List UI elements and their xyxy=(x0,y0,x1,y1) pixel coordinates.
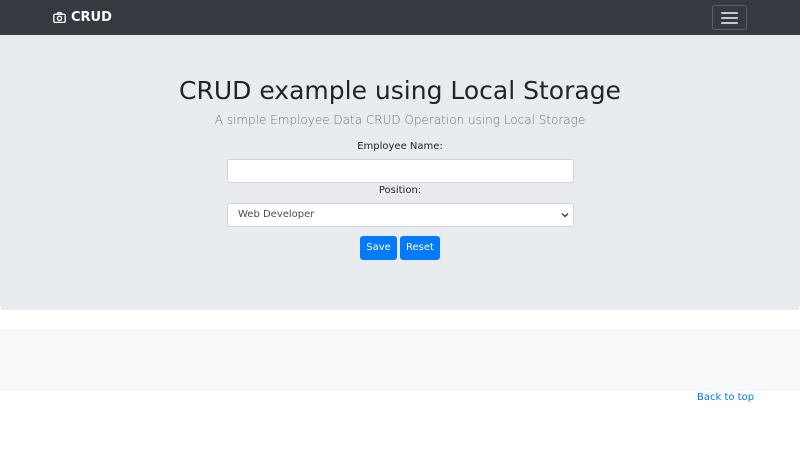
employee-name-label: Employee Name: xyxy=(357,141,443,152)
footer-band xyxy=(0,329,800,391)
page-subtitle: A simple Employee Data CRUD Operation us… xyxy=(214,113,586,127)
navbar-toggler-button[interactable] xyxy=(712,5,747,30)
brand-link[interactable]: CRUD xyxy=(53,0,112,35)
chevron-down-icon xyxy=(561,213,569,218)
brand-text: CRUD xyxy=(71,10,112,25)
employee-name-input[interactable] xyxy=(227,159,574,183)
save-button[interactable]: Save xyxy=(360,236,397,260)
top-navbar: CRUD xyxy=(0,0,800,35)
position-select-value: Web Developer xyxy=(238,209,315,220)
reset-button[interactable]: Reset xyxy=(400,236,440,260)
position-label: Position: xyxy=(378,185,422,196)
page-title: CRUD example using Local Storage xyxy=(179,76,621,105)
camera-icon xyxy=(53,11,66,24)
back-to-top-link[interactable]: Back to top xyxy=(697,391,754,405)
position-select[interactable]: Web Developer xyxy=(227,203,574,227)
